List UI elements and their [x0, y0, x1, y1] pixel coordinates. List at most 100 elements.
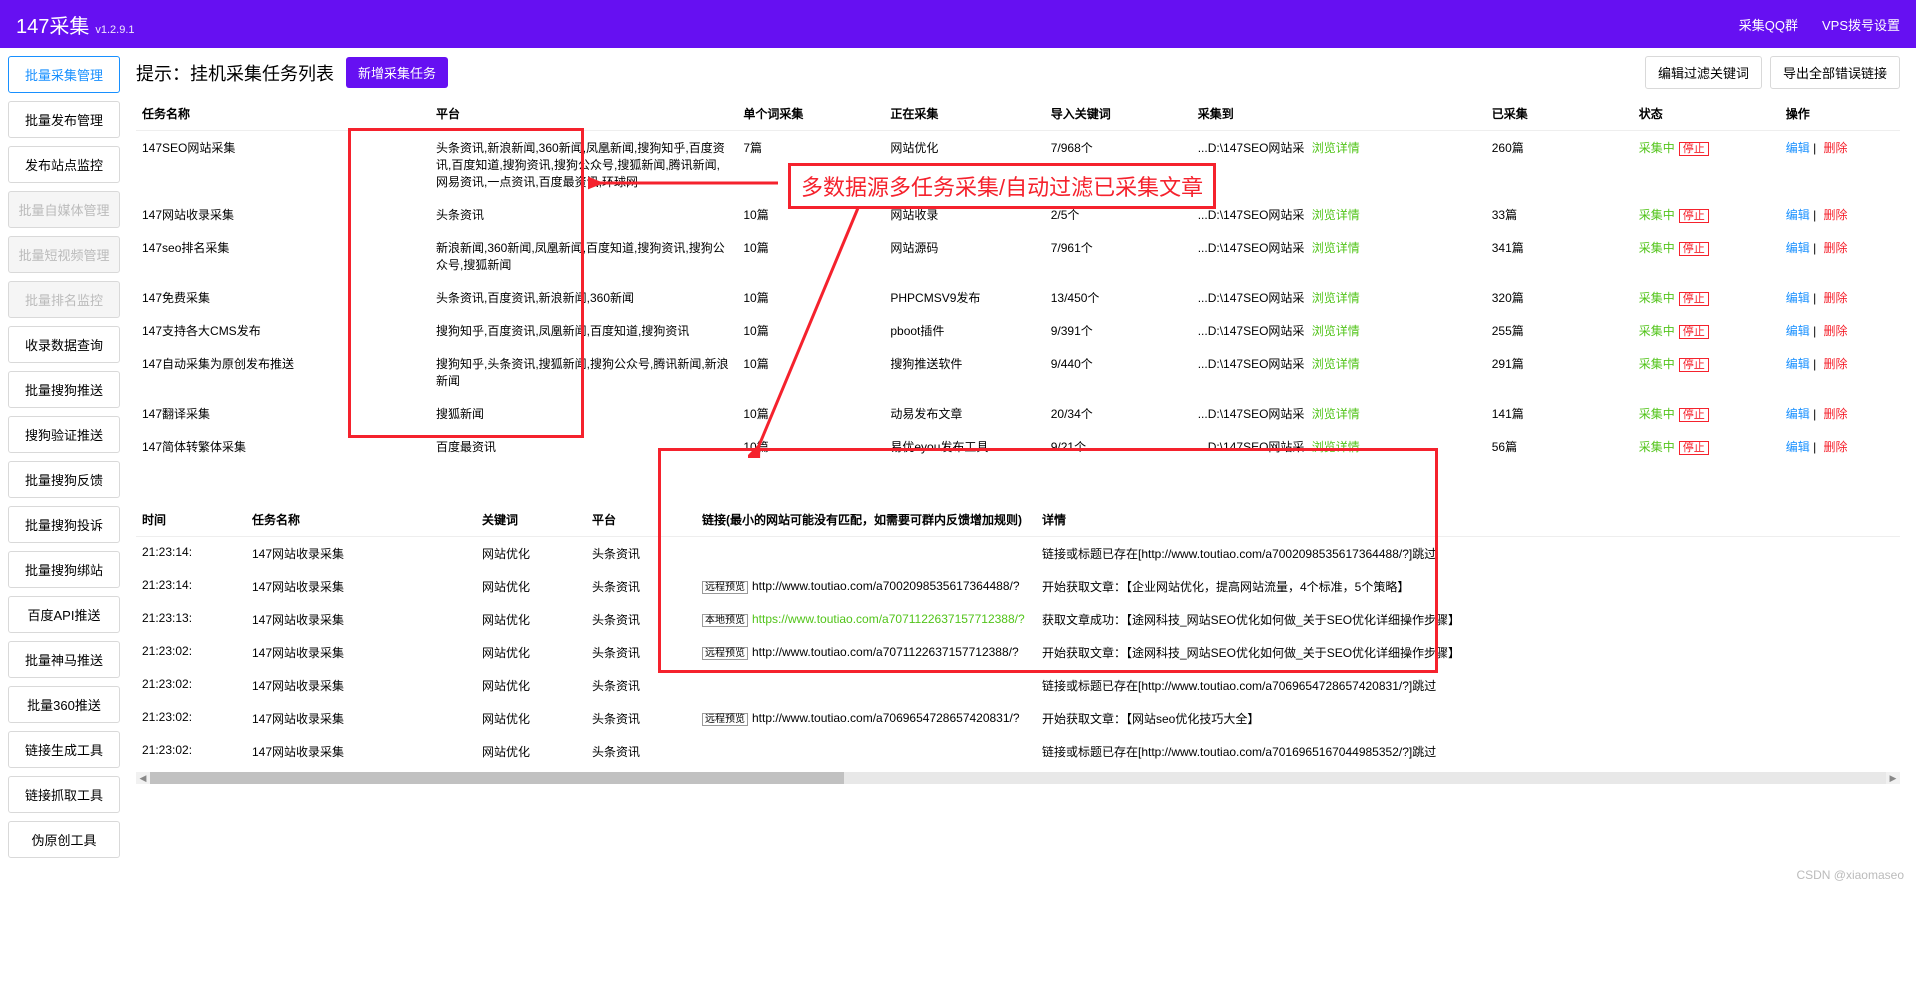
sidebar-item-11[interactable]: 批量搜狗绑站: [8, 551, 120, 588]
edit-link[interactable]: 编辑: [1786, 324, 1810, 338]
sidebar-item-13[interactable]: 批量神马推送: [8, 641, 120, 678]
delete-link[interactable]: 删除: [1824, 407, 1848, 421]
browse-detail-link[interactable]: 浏览详情: [1312, 291, 1360, 305]
delete-link[interactable]: 删除: [1824, 141, 1848, 155]
preview-tag[interactable]: 远程预览: [702, 713, 748, 726]
task-col-header: 正在采集: [884, 97, 1044, 131]
stop-button[interactable]: 停止: [1679, 142, 1709, 156]
sidebar-item-10[interactable]: 批量搜狗投诉: [8, 506, 120, 543]
log-row: 21:23:14:147网站收录采集网站优化头条资讯远程预览http://www…: [136, 570, 1900, 603]
log-detail: 链接或标题已存在[http://www.toutiao.com/a7002098…: [1036, 537, 1900, 571]
scroll-left-icon[interactable]: ◀: [136, 772, 150, 784]
sidebar-item-15[interactable]: 链接生成工具: [8, 731, 120, 768]
horizontal-scrollbar[interactable]: ◀ ▶: [136, 772, 1900, 784]
delete-link[interactable]: 删除: [1824, 291, 1848, 305]
log-row: 21:23:02:147网站收录采集网站优化头条资讯链接或标题已存在[http:…: [136, 669, 1900, 702]
table-row: 147seo排名采集新浪新闻,360新闻,凤凰新闻,百度知道,搜狗资讯,搜狗公众…: [136, 231, 1900, 281]
browse-detail-link[interactable]: 浏览详情: [1312, 407, 1360, 421]
task-col-header: 平台: [430, 97, 737, 131]
status-badge: 采集中: [1639, 141, 1675, 155]
status-badge: 采集中: [1639, 440, 1675, 454]
status-badge: 采集中: [1639, 208, 1675, 222]
edit-link[interactable]: 编辑: [1786, 357, 1810, 371]
sidebar-item-4: 批量短视频管理: [8, 236, 120, 273]
log-link[interactable]: http://www.toutiao.com/a7071122637157712…: [752, 645, 1019, 659]
sidebar-item-8[interactable]: 搜狗验证推送: [8, 416, 120, 453]
browse-detail-link[interactable]: 浏览详情: [1312, 440, 1360, 454]
log-detail: 开始获取文章：【网站seo优化技巧大全】: [1036, 702, 1900, 735]
browse-detail-link[interactable]: 浏览详情: [1312, 357, 1360, 371]
stop-button[interactable]: 停止: [1679, 325, 1709, 339]
preview-tag[interactable]: 本地预览: [702, 614, 748, 627]
log-row: 21:23:14:147网站收录采集网站优化头条资讯链接或标题已存在[http:…: [136, 537, 1900, 571]
page-hint: 提示：挂机采集任务列表: [136, 60, 334, 86]
stop-button[interactable]: 停止: [1679, 441, 1709, 455]
filter-keywords-button[interactable]: 编辑过滤关键词: [1645, 56, 1762, 89]
scrollbar-thumb[interactable]: [150, 772, 844, 784]
edit-link[interactable]: 编辑: [1786, 291, 1810, 305]
export-errors-button[interactable]: 导出全部错误链接: [1770, 56, 1900, 89]
sidebar-item-1[interactable]: 批量发布管理: [8, 101, 120, 138]
log-detail: 链接或标题已存在[http://www.toutiao.com/a7069654…: [1036, 669, 1900, 702]
task-col-header: 已采集: [1486, 97, 1633, 131]
status-badge: 采集中: [1639, 324, 1675, 338]
qq-group-link[interactable]: 采集QQ群: [1739, 15, 1798, 34]
sidebar-item-16[interactable]: 链接抓取工具: [8, 776, 120, 813]
task-col-header: 状态: [1633, 97, 1780, 131]
status-badge: 采集中: [1639, 357, 1675, 371]
stop-button[interactable]: 停止: [1679, 358, 1709, 372]
edit-link[interactable]: 编辑: [1786, 241, 1810, 255]
browse-detail-link[interactable]: 浏览详情: [1312, 324, 1360, 338]
sidebar-item-2[interactable]: 发布站点监控: [8, 146, 120, 183]
stop-button[interactable]: 停止: [1679, 292, 1709, 306]
status-badge: 采集中: [1639, 407, 1675, 421]
log-link[interactable]: http://www.toutiao.com/a7069654728657420…: [752, 711, 1020, 725]
stop-button[interactable]: 停止: [1679, 209, 1709, 223]
edit-link[interactable]: 编辑: [1786, 141, 1810, 155]
sidebar-item-17[interactable]: 伪原创工具: [8, 821, 120, 858]
browse-detail-link[interactable]: 浏览详情: [1312, 141, 1360, 155]
app-version: v1.2.9.1: [95, 24, 134, 36]
log-row: 21:23:02:147网站收录采集网站优化头条资讯远程预览http://www…: [136, 636, 1900, 669]
log-table: 时间任务名称关键词平台链接(最小的网站可能没有匹配，如需要可群内反馈增加规则)详…: [136, 503, 1900, 768]
table-row: 147SEO网站采集头条资讯,新浪新闻,360新闻,凤凰新闻,搜狗知乎,百度资讯…: [136, 131, 1900, 199]
table-row: 147免费采集头条资讯,百度资讯,新浪新闻,360新闻10篇PHPCMSV9发布…: [136, 281, 1900, 314]
delete-link[interactable]: 删除: [1824, 208, 1848, 222]
log-row: 21:23:13:147网站收录采集网站优化头条资讯本地预览https://ww…: [136, 603, 1900, 636]
delete-link[interactable]: 删除: [1824, 357, 1848, 371]
vps-settings-link[interactable]: VPS拨号设置: [1822, 15, 1900, 34]
edit-link[interactable]: 编辑: [1786, 407, 1810, 421]
edit-link[interactable]: 编辑: [1786, 440, 1810, 454]
log-detail: 开始获取文章：【途网科技_网站SEO优化如何做_关于SEO优化详细操作步骤】: [1036, 636, 1900, 669]
browse-detail-link[interactable]: 浏览详情: [1312, 241, 1360, 255]
preview-tag[interactable]: 远程预览: [702, 581, 748, 594]
delete-link[interactable]: 删除: [1824, 440, 1848, 454]
delete-link[interactable]: 删除: [1824, 324, 1848, 338]
table-row: 147翻译采集搜狐新闻10篇动易发布文章20/34个...D:\147SEO网站…: [136, 397, 1900, 430]
sidebar-item-14[interactable]: 批量360推送: [8, 686, 120, 723]
edit-link[interactable]: 编辑: [1786, 208, 1810, 222]
add-task-button[interactable]: 新增采集任务: [346, 57, 448, 88]
log-link[interactable]: http://www.toutiao.com/a7002098535617364…: [752, 579, 1020, 593]
sidebar-item-0[interactable]: 批量采集管理: [8, 56, 120, 93]
log-row: 21:23:02:147网站收录采集网站优化头条资讯链接或标题已存在[http:…: [136, 735, 1900, 768]
sidebar-item-3: 批量自媒体管理: [8, 191, 120, 228]
table-row: 147简体转繁体采集百度最资讯10篇易优eyou发布工具9/21个...D:\1…: [136, 430, 1900, 463]
main-content: 提示：挂机采集任务列表 新增采集任务 编辑过滤关键词 导出全部错误链接 任务名称…: [128, 48, 1916, 866]
sidebar-item-6[interactable]: 收录数据查询: [8, 326, 120, 363]
sidebar: 批量采集管理批量发布管理发布站点监控批量自媒体管理批量短视频管理批量排名监控收录…: [0, 48, 128, 866]
preview-tag[interactable]: 远程预览: [702, 647, 748, 660]
log-row: 21:23:02:147网站收录采集网站优化头条资讯远程预览http://www…: [136, 702, 1900, 735]
browse-detail-link[interactable]: 浏览详情: [1312, 208, 1360, 222]
sidebar-item-9[interactable]: 批量搜狗反馈: [8, 461, 120, 498]
task-col-header: 采集到: [1192, 97, 1486, 131]
scroll-right-icon[interactable]: ▶: [1886, 772, 1900, 784]
sidebar-item-5: 批量排名监控: [8, 281, 120, 318]
log-col-header: 任务名称: [246, 503, 476, 537]
stop-button[interactable]: 停止: [1679, 408, 1709, 422]
sidebar-item-7[interactable]: 批量搜狗推送: [8, 371, 120, 408]
log-link[interactable]: https://www.toutiao.com/a707112263715771…: [752, 612, 1025, 626]
sidebar-item-12[interactable]: 百度API推送: [8, 596, 120, 633]
stop-button[interactable]: 停止: [1679, 242, 1709, 256]
delete-link[interactable]: 删除: [1824, 241, 1848, 255]
